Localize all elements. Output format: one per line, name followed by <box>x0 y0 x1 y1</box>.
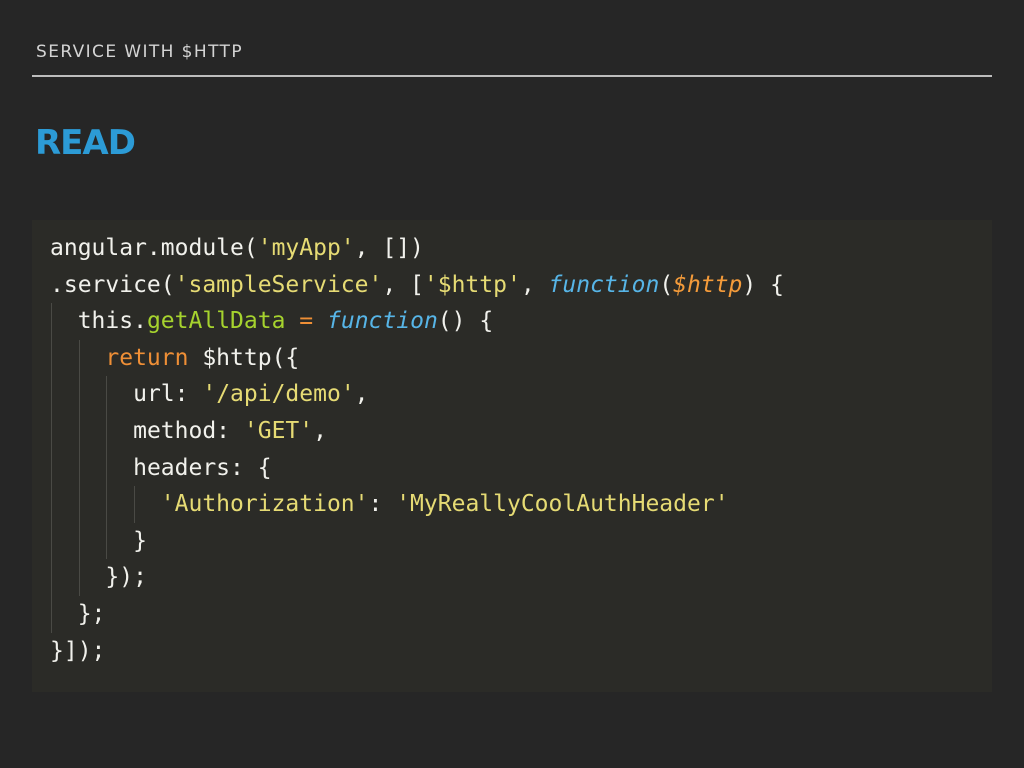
code-token: : <box>368 491 397 518</box>
code-token: 'Authorization' <box>160 491 369 518</box>
indent-guide <box>51 376 52 413</box>
code-line: headers: { <box>50 449 784 487</box>
code-block: angular.module('myApp', []) .service('sam… <box>50 230 784 669</box>
code-token: 'myApp' <box>257 235 355 261</box>
code-line: } <box>50 522 784 560</box>
indent-guide <box>51 449 52 487</box>
indent-guide <box>78 559 80 596</box>
code-token: '$http' <box>423 271 521 298</box>
indent-guide <box>51 486 52 523</box>
indent-guide <box>78 486 80 523</box>
slide-title: READ <box>35 123 136 163</box>
indent-guide <box>106 486 108 523</box>
indent-guide <box>51 303 52 340</box>
code-token: , [ <box>382 271 424 298</box>
code-line: 'Authorization': 'MyReallyCoolAuthHeader… <box>50 486 784 523</box>
code-token: = <box>299 308 314 335</box>
code-line: .service('sampleService', ['$http', func… <box>50 267 784 304</box>
indent-guide <box>51 559 52 596</box>
code-panel: angular.module('myApp', []) .service('sam… <box>32 220 992 692</box>
code-token: , <box>354 381 369 408</box>
indent-guide <box>51 412 52 450</box>
indent-guide <box>106 376 108 413</box>
indent-guide <box>106 449 108 487</box>
code-token: '/api/demo' <box>202 381 355 408</box>
code-token: url: <box>133 381 203 408</box>
indent-guide <box>106 412 108 450</box>
indent-guide <box>51 595 52 633</box>
indent-guide <box>51 339 52 377</box>
indent-guide <box>78 339 80 377</box>
code-token: () { <box>437 308 494 335</box>
code-token: function <box>548 271 660 298</box>
indent-guide <box>51 522 52 560</box>
code-line: }; <box>50 595 784 633</box>
code-token: 'sampleService' <box>174 271 383 298</box>
code-token: ( <box>659 271 674 298</box>
indent-guide <box>78 449 80 487</box>
code-line: this.getAllData = function() { <box>50 303 784 340</box>
code-line: return $http({ <box>50 339 784 377</box>
indent-guide <box>78 522 80 560</box>
code-token: 'MyReallyCoolAuthHeader' <box>396 491 729 518</box>
code-line: angular.module('myApp', []) <box>50 230 784 267</box>
code-line: }); <box>50 559 784 596</box>
indent-guide <box>106 522 108 560</box>
indent-guide <box>78 376 80 413</box>
code-token: headers: { <box>133 454 272 481</box>
code-token: 'GET' <box>243 417 314 444</box>
code-token: .service( <box>50 271 175 298</box>
code-token: }); <box>105 564 147 591</box>
code-token: }]); <box>50 637 106 664</box>
code-line: }]); <box>50 633 784 670</box>
code-token: , []) <box>354 235 424 261</box>
code-token: return <box>105 344 189 371</box>
code-token: , <box>313 417 327 444</box>
section-header: SERVICE WITH $HTTP <box>36 42 243 62</box>
code-token: $http <box>673 271 743 298</box>
code-token: ) { <box>742 271 784 298</box>
indent-guide <box>78 412 80 450</box>
code-line: url: '/api/demo', <box>50 376 784 413</box>
header-divider <box>32 75 992 77</box>
code-token: angular.module( <box>50 235 258 261</box>
code-line: method: 'GET', <box>50 412 784 450</box>
code-token: method: <box>133 417 244 444</box>
code-token: , <box>520 271 549 298</box>
indent-guide <box>134 486 136 523</box>
code-token: getAllData <box>146 308 286 335</box>
code-token: }; <box>77 600 106 627</box>
code-token: function <box>327 308 438 335</box>
code-token: } <box>133 527 147 554</box>
code-token: this. <box>77 308 147 335</box>
code-token: $http({ <box>188 344 300 371</box>
